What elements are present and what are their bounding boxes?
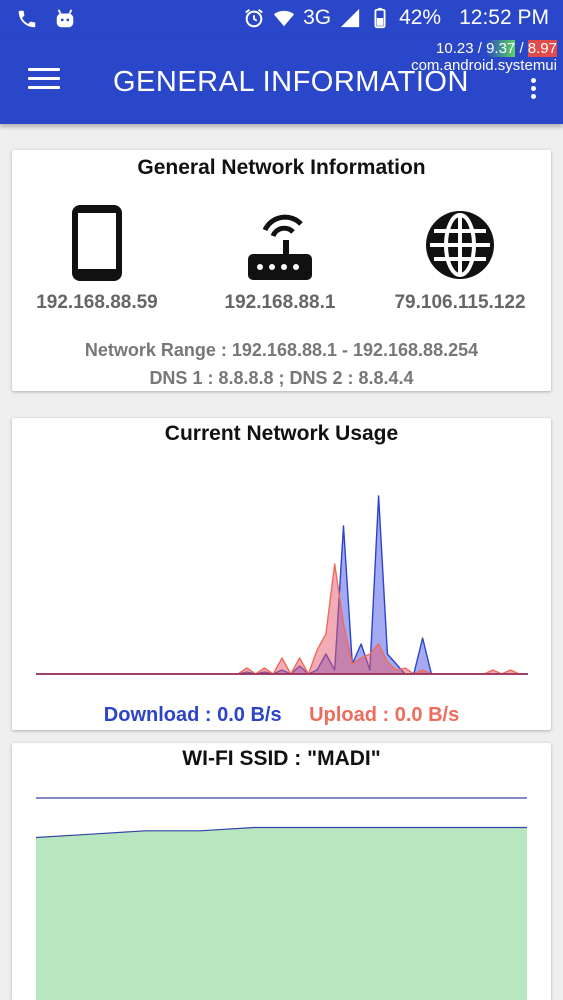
phone-icon [18,10,36,28]
network-range: Network Range : 192.168.88.1 - 192.168.8… [84,340,479,360]
device-ip: 79.106.115.122 [394,292,526,313]
device-router: 192.168.88.1 [190,202,370,314]
perf-value-1: 10.23 [436,40,474,57]
device-internet: 79.106.115.122 [370,202,550,314]
signal-icon [340,8,360,28]
series-upload-area [36,563,528,675]
wifi-icon [273,10,295,27]
dns-servers: DNS 1 : 8.8.8.8 ; DNS 2 : 8.8.4.4 [149,368,414,388]
globe-icon [426,211,494,279]
alarm-icon [245,8,263,28]
perf-package: com.android.systemui [411,57,557,74]
network-usage-title: Current Network Usage [164,422,399,445]
perf-value-2: 9.37 [486,40,516,57]
clock: 12:52 PM [459,6,549,29]
general-network-title: General Network Information [137,156,426,179]
upload-rate: Upload : 0.0 B/s [309,704,460,726]
status-bar: 3G 42% 12:52 PM [0,0,563,38]
network-usage-card: Current Network Usage Download : 0.0 B/s… [12,418,551,730]
overflow-menu-icon[interactable] [529,78,537,100]
device-phone: 192.168.88.59 [7,202,187,314]
network-type: 3G [303,6,332,29]
general-network-card: General Network Information 192.168.88.5… [12,150,551,391]
android-icon [56,9,74,28]
router-icon [248,214,312,280]
app-bar: GENERAL INFORMATION 10.23 / 9.37 / 8.97 … [0,38,563,124]
device-ip: 192.168.88.1 [224,292,336,313]
network-usage-chart [36,495,528,675]
battery-percent: 42% [399,6,442,29]
hamburger-menu-icon[interactable] [28,68,60,92]
device-ip: 192.168.88.59 [36,292,158,313]
wifi-signal-chart [36,797,527,1000]
wifi-card: WI-FI SSID : "MADI" [12,743,551,1000]
usage-legend: Download : 0.0 B/s Upload : 0.0 B/s [12,704,551,727]
perf-value-3: 8.97 [527,40,557,57]
battery-icon [374,7,386,29]
wifi-ssid-title: WI-FI SSID : "MADI" [182,747,381,770]
perf-separator: / [477,40,482,57]
series-download-area [36,495,528,675]
smartphone-icon [72,205,122,281]
perf-overlay: 10.23 / 9.37 / 8.97 com.android.systemui [411,40,557,74]
signal-area [36,827,527,1000]
download-rate: Download : 0.0 B/s [103,704,282,726]
perf-separator: / [519,40,524,57]
